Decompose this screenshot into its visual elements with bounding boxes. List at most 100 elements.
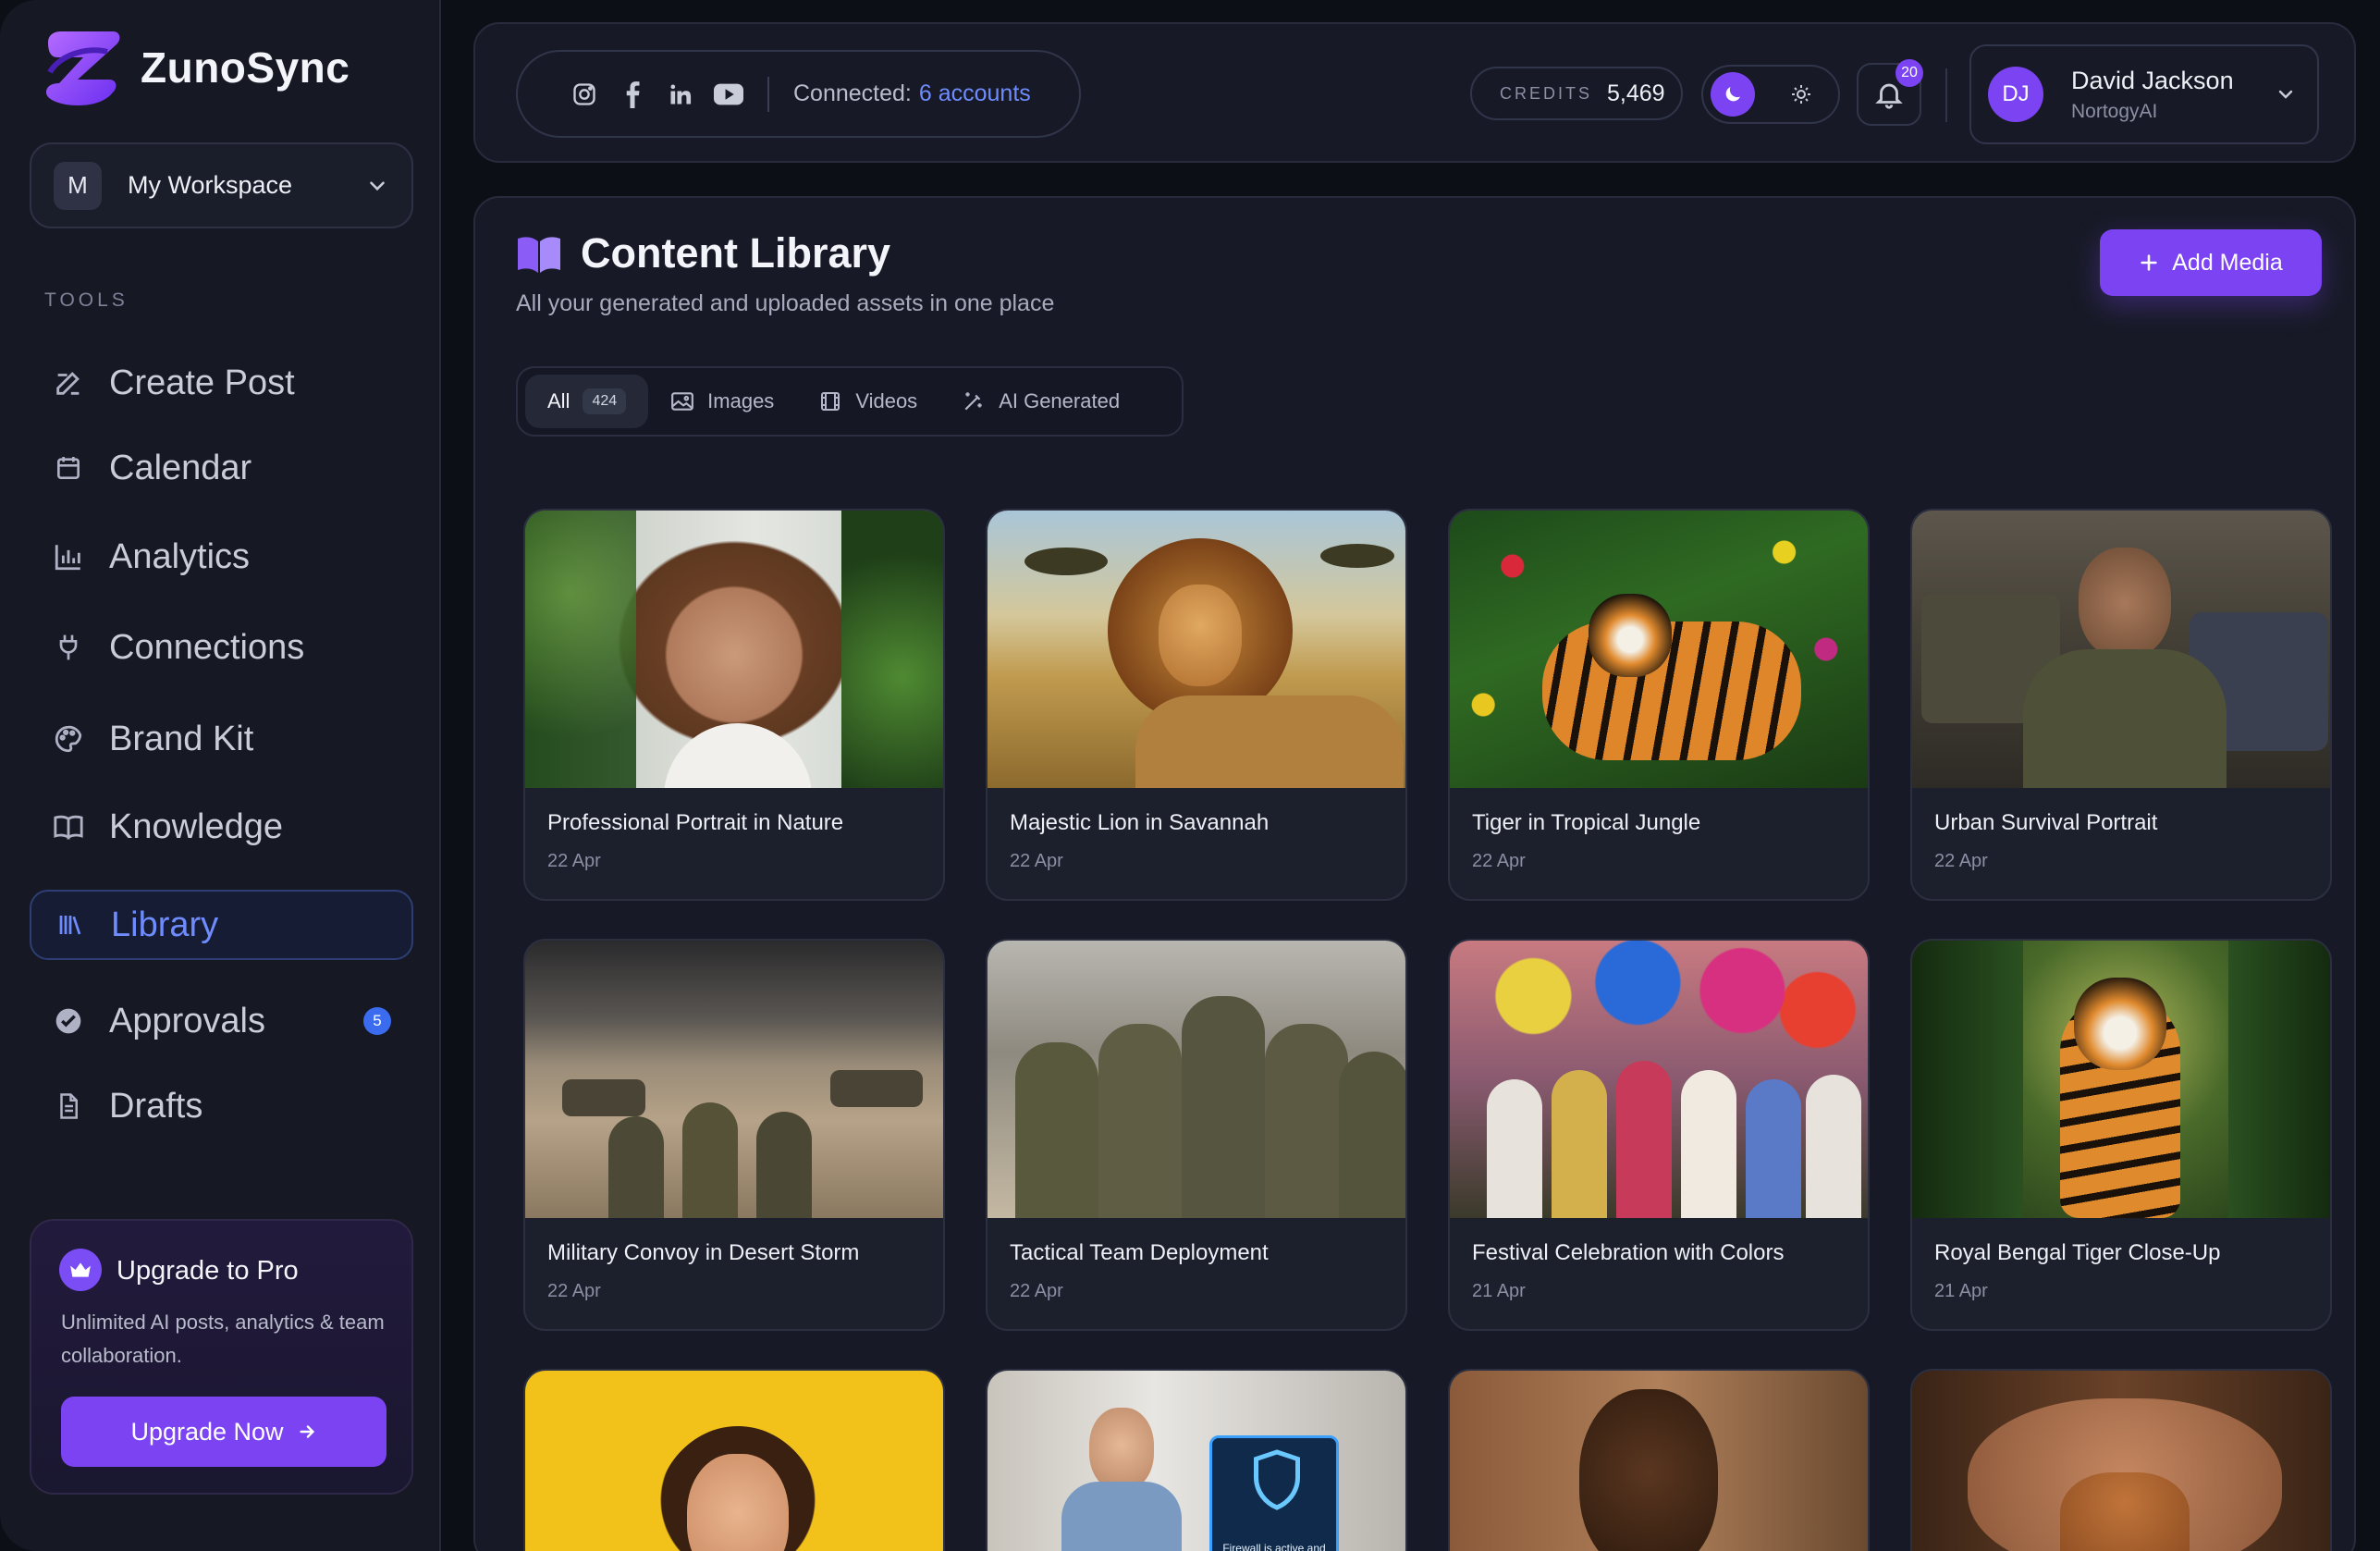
user-menu[interactable]: DJ David Jackson NortogyAI [1969,44,2319,144]
approvals-count-badge: 5 [363,1007,391,1035]
linkedin-icon[interactable] [666,80,695,109]
sun-icon[interactable] [1783,76,1820,113]
sidebar-item-label: Analytics [109,536,251,576]
media-thumbnail [1912,511,2330,788]
theme-toggle[interactable] [1701,65,1840,124]
media-card[interactable]: Firewall is active and the system is sec… [986,1369,1407,1551]
filter-tabs: All 424 Images Videos AI Generated [516,366,1184,437]
edit-icon [52,366,85,400]
sidebar-item-label: Drafts [109,1086,203,1126]
media-title: Festival Celebration with Colors [1472,1240,1785,1265]
connected-accounts-link[interactable]: 6 accounts [919,80,1031,107]
media-thumbnail [988,941,1405,1218]
instagram-icon[interactable] [570,80,599,109]
moon-icon[interactable] [1711,72,1755,117]
sidebar-item-drafts[interactable]: Drafts [30,1071,413,1141]
media-date: 21 Apr [1472,1281,1526,1301]
tab-ai-generated[interactable]: AI Generated [939,375,1142,428]
media-thumbnail [1450,1371,1868,1551]
sidebar-item-knowledge[interactable]: Knowledge [30,792,413,862]
media-card[interactable]: Tactical Team Deployment 22 Apr [986,939,1407,1331]
media-date: 22 Apr [1010,1281,1063,1301]
media-card[interactable]: Urban Survival Portrait 22 Apr [1910,509,2332,901]
divider [1945,68,1947,122]
sidebar-item-calendar[interactable]: Calendar [30,433,413,503]
media-date: 22 Apr [547,1281,601,1301]
upgrade-title: Upgrade to Pro [117,1256,299,1286]
upgrade-description: Unlimited AI posts, analytics & team col… [61,1311,385,1367]
bar-chart-icon [52,540,85,573]
media-card[interactable] [523,1369,945,1551]
media-thumbnail [988,511,1405,788]
media-card[interactable]: Festival Celebration with Colors 21 Apr [1448,939,1870,1331]
tools-section-label: TOOLS [44,289,129,311]
upgrade-button-label: Upgrade Now [130,1417,284,1446]
sidebar-item-library[interactable]: Library [30,890,413,960]
connected-label: Connected: [793,80,912,106]
upgrade-card: Upgrade to Pro Unlimited AI posts, analy… [30,1219,413,1495]
media-thumbnail [525,941,943,1218]
media-card[interactable]: Military Convoy in Desert Storm 22 Apr [523,939,945,1331]
image-icon [670,389,694,413]
add-media-button[interactable]: Add Media [2100,229,2322,296]
library-icon [54,908,87,942]
notifications-badge: 20 [1895,59,1923,87]
sidebar-item-brand-kit[interactable]: Brand Kit [30,704,413,774]
crown-icon [59,1249,102,1291]
avatar: DJ [1988,67,2043,122]
media-card[interactable]: Majestic Lion in Savannah 22 Apr [986,509,1407,901]
calendar-icon [52,451,85,485]
overlay-text: Firewall is active and the system is sec… [1222,1542,1326,1551]
sidebar-item-label: Library [111,905,219,944]
magic-wand-icon [962,389,986,413]
media-title: Tactical Team Deployment [1010,1240,1269,1265]
sidebar-item-approvals[interactable]: Approvals 5 [30,986,413,1056]
palette-icon [52,722,85,756]
tab-all[interactable]: All 424 [525,375,649,428]
tab-videos[interactable]: Videos [796,375,939,428]
sidebar-item-create-post[interactable]: Create Post [30,348,413,418]
tab-label: Videos [855,389,918,412]
media-thumbnail [525,511,943,788]
sidebar-item-connections[interactable]: Connections [30,612,413,683]
video-icon [818,389,842,413]
media-card[interactable] [1448,1369,1870,1551]
chevron-down-icon [2278,90,2293,99]
credits-label: CREDITS [1500,83,1593,103]
open-book-icon [518,237,560,273]
sidebar-item-label: Brand Kit [109,719,254,758]
media-card[interactable]: Professional Portrait in Nature 22 Apr [523,509,945,901]
media-date: 22 Apr [1934,851,1988,871]
chevron-down-icon [370,180,385,191]
add-media-label: Add Media [2172,249,2283,276]
notifications-button[interactable]: 20 [1857,59,1923,126]
brand[interactable]: ZunoSync [41,28,350,107]
workspace-selector[interactable]: M My Workspace [30,142,413,228]
user-organization: NortogyAI [2071,100,2158,122]
media-date: 22 Apr [1472,851,1526,871]
media-card[interactable]: Royal Bengal Tiger Close-Up 21 Apr [1910,939,2332,1331]
zunosync-logo-icon [46,31,120,105]
page-title: Content Library [581,229,891,277]
youtube-icon[interactable] [714,80,743,109]
tab-images[interactable]: Images [648,375,796,428]
divider [767,76,769,112]
sidebar-item-label: Calendar [109,448,252,487]
facebook-icon[interactable] [618,80,647,109]
sidebar-item-analytics[interactable]: Analytics [30,522,413,592]
shield-icon [1254,1449,1300,1510]
plug-icon [52,631,85,664]
upgrade-now-button[interactable]: Upgrade Now [61,1397,386,1467]
connected-accounts[interactable]: Connected: 6 accounts [516,50,1081,138]
tab-count-badge: 424 [583,388,627,414]
document-icon [52,1089,85,1123]
media-card[interactable]: Tiger in Tropical Jungle 22 Apr [1448,509,1870,901]
credits-value: 5,469 [1607,80,1665,106]
media-thumbnail [1450,511,1868,788]
check-circle-icon [52,1004,85,1038]
sidebar-item-label: Create Post [109,363,295,402]
media-card[interactable] [1910,1369,2332,1551]
sidebar: ZunoSync M My Workspace TOOLS Create Pos… [0,0,441,1551]
media-date: 21 Apr [1934,1281,1988,1301]
media-thumbnail [1450,941,1868,1218]
